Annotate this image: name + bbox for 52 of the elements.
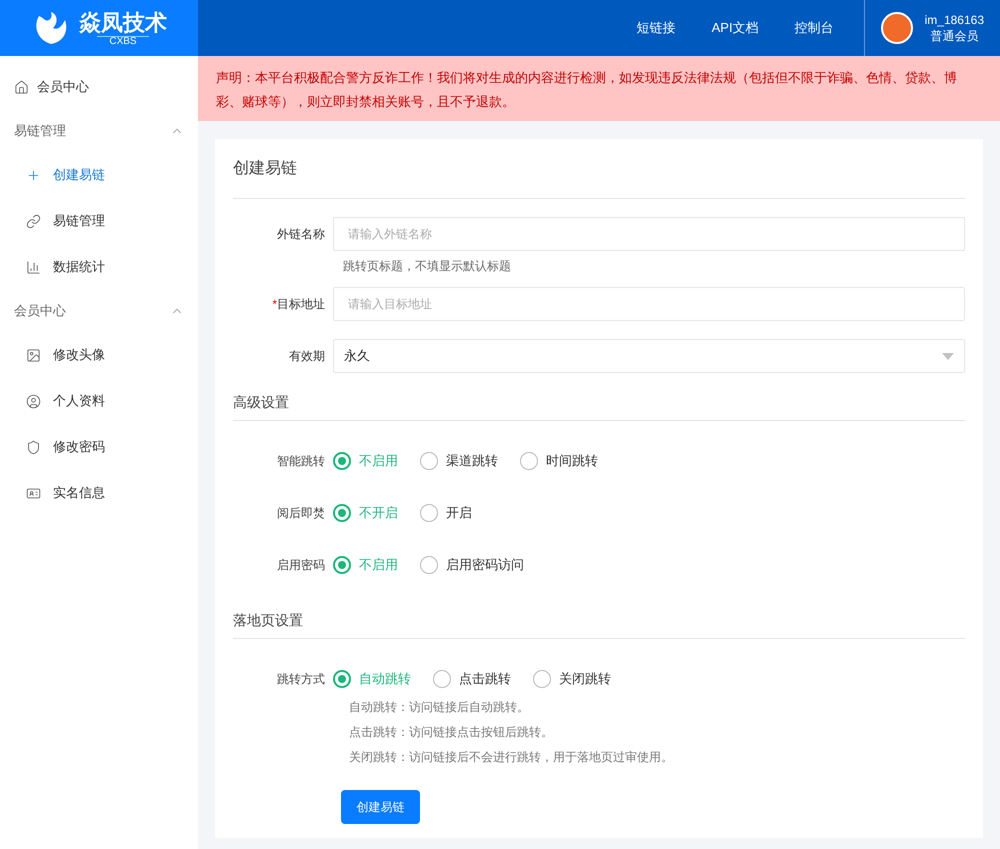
- form-title: 创建易链: [233, 139, 965, 199]
- field-hint: 跳转页标题，不填显示默认标题: [342, 258, 512, 275]
- sidebar-group-header[interactable]: 会员中心: [0, 290, 198, 332]
- username: im_186163: [924, 12, 984, 28]
- section-title: 落地页设置: [233, 603, 965, 639]
- radio-option[interactable]: 渠道跳转: [420, 451, 498, 471]
- user-role: 普通会员: [930, 28, 978, 44]
- sidebar-item[interactable]: 修改头像: [0, 332, 198, 378]
- section-title: 高级设置: [233, 385, 965, 421]
- submit-button[interactable]: 创建易链: [341, 790, 420, 824]
- image-icon: [26, 348, 41, 362]
- help-note: 自动跳转：访问链接后自动跳转。: [349, 699, 530, 716]
- sidebar-group-header[interactable]: 易链管理: [0, 110, 198, 152]
- radio-group-label: 启用密码: [276, 557, 326, 574]
- text-input[interactable]: 请输入目标地址: [333, 287, 965, 321]
- avatar: [880, 12, 913, 44]
- bar-chart-icon: [26, 260, 41, 274]
- nav-link[interactable]: 短链接: [618, 18, 694, 38]
- help-note: 点击跳转：访问链接点击按钮后跳转。: [349, 724, 554, 741]
- sidebar-item[interactable]: 易链管理: [0, 198, 198, 244]
- select-field[interactable]: 永久: [333, 339, 965, 373]
- radio-option[interactable]: 开启: [420, 503, 472, 523]
- sidebar-item[interactable]: 修改密码: [0, 424, 198, 470]
- radio-option[interactable]: 关闭跳转: [533, 669, 611, 689]
- home-icon: [14, 80, 29, 94]
- shield-icon: [26, 440, 41, 454]
- sidebar-item[interactable]: 实名信息: [0, 470, 198, 516]
- sidebar-item[interactable]: 数据统计: [0, 244, 198, 290]
- sidebar-item[interactable]: 会员中心: [0, 64, 198, 110]
- text-input[interactable]: 请输入外链名称: [333, 217, 965, 251]
- radio-option[interactable]: 启用密码访问: [420, 555, 524, 575]
- field-label: 有效期: [288, 348, 326, 365]
- logo-subtitle: CXBS: [97, 36, 149, 48]
- dropdown-triangle-icon: [942, 352, 954, 360]
- logo[interactable]: 焱凤技术 CXBS: [0, 0, 198, 56]
- link-icon: [26, 214, 41, 228]
- help-note: 关闭跳转：访问链接后不会进行跳转，用于落地页过审使用。: [349, 749, 674, 766]
- sidebar-item[interactable]: 个人资料: [0, 378, 198, 424]
- warning-notice: 声明：本平台积极配合警方反诈工作！我们将对生成的内容进行检测，如发现违反法律法规（包括但不限于诈骗、色情、贷款、博彩、赌球等），则立即封禁相关账号，且不予退款。: [198, 56, 1000, 121]
- field-label: *目标地址: [271, 296, 326, 313]
- user-icon: [26, 394, 41, 408]
- sidebar-item[interactable]: 创建易链: [0, 152, 198, 198]
- radio-option[interactable]: 点击跳转: [433, 669, 511, 689]
- radio-group-label: 阅后即焚: [276, 505, 326, 522]
- radio-group-label: 智能跳转: [276, 453, 326, 470]
- logo-title: 焱凤技术: [79, 8, 167, 36]
- nav-link[interactable]: API文档: [694, 18, 777, 38]
- radio-group-label: 跳转方式: [276, 671, 326, 688]
- nav-link[interactable]: 控制台: [776, 18, 852, 38]
- id-card-icon: [26, 486, 41, 500]
- radio-option[interactable]: 时间跳转: [520, 451, 598, 471]
- field-label: 外链名称: [276, 226, 326, 243]
